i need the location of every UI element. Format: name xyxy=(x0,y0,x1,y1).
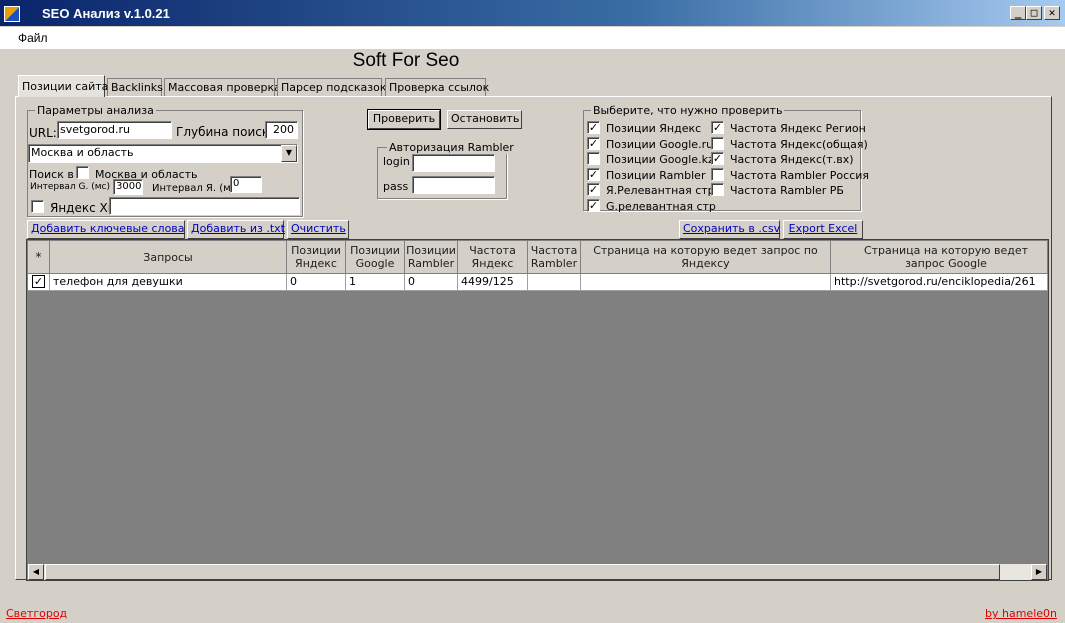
menu-file[interactable]: Файл xyxy=(18,31,48,45)
scrollbar-thumb[interactable] xyxy=(45,564,1000,580)
menu-bar: Файл xyxy=(0,27,1065,49)
left-checkbox-2[interactable] xyxy=(587,152,600,165)
right-label-0: Частота Яндекс Регион xyxy=(730,122,866,135)
right-label-2: Частота Яндекс(т.вх) xyxy=(730,153,854,166)
left-checkbox-1[interactable]: ✓ xyxy=(587,136,600,150)
search-in-label: Поиск в xyxy=(29,168,74,181)
scroll-left-button[interactable]: ◀ xyxy=(28,564,44,580)
footer-right-link[interactable]: by hamele0n xyxy=(985,607,1057,620)
right-checkbox-1[interactable] xyxy=(711,136,724,150)
search-in-region-label: Москва и область xyxy=(95,168,198,181)
cell-google-position[interactable]: 1 xyxy=(346,274,405,291)
right-checkbox-4[interactable] xyxy=(711,183,724,196)
yandex-xml-checkbox[interactable] xyxy=(31,200,44,213)
cell-rambler-position[interactable]: 0 xyxy=(405,274,458,291)
depth-input[interactable]: 200 xyxy=(265,121,298,139)
tab-backlinks[interactable]: Backlinks xyxy=(107,78,163,96)
right-label-3: Частота Rambler Россия xyxy=(730,168,870,182)
grid-header-queries[interactable]: Запросы xyxy=(50,241,287,274)
cell-query[interactable]: телефон для девушки xyxy=(50,274,287,291)
cell-google-page[interactable]: http://svetgorod.ru/enciklopedia/261 xyxy=(831,274,1048,291)
grid-header-yandex-positions[interactable]: Позиции Яндекс xyxy=(287,241,346,274)
left-label-4: Я.Релевантная стр xyxy=(606,184,715,197)
rambler-auth-legend: Авторизация Rambler xyxy=(387,141,516,154)
cell-yandex-frequency[interactable]: 4499/125 xyxy=(458,274,528,291)
right-label-1: Частота Яндекс(общая) xyxy=(730,137,868,151)
results-grid[interactable]: * Запросы Позиции Яндекс Позиции Google … xyxy=(26,239,1049,581)
maximize-button[interactable]: □ xyxy=(1026,6,1042,20)
login-label: login xyxy=(383,155,410,168)
params-legend: Параметры анализа xyxy=(35,104,156,117)
grid-header-select: * xyxy=(28,241,50,274)
add-from-txt-button[interactable]: Добавить из .txt xyxy=(187,220,285,239)
yandex-xml-input[interactable] xyxy=(109,197,300,215)
left-label-0: Позиции Яндекс xyxy=(606,122,702,135)
app-icon xyxy=(4,6,20,22)
save-csv-button[interactable]: Сохранить в .csv xyxy=(679,220,780,239)
tab-link-check[interactable]: Проверка ссылок xyxy=(385,78,489,96)
right-checkbox-3[interactable] xyxy=(711,167,724,181)
grid-header-rambler-positions[interactable]: Позиции Rambler xyxy=(405,241,458,274)
tab-suggest-parser[interactable]: Парсер подсказок xyxy=(277,78,386,96)
stop-button[interactable]: Остановить xyxy=(447,110,522,129)
row-checkbox[interactable]: ✓ xyxy=(32,275,45,288)
left-label-1: Позиции Google.ru xyxy=(606,137,714,151)
left-checkbox-3[interactable]: ✓ xyxy=(587,167,600,181)
left-label-5: G.релевантная стр xyxy=(606,199,716,213)
right-label-4: Частота Rambler РБ xyxy=(730,184,844,197)
right-checkbox-0[interactable]: ✓ xyxy=(711,121,724,134)
left-checkbox-5[interactable]: ✓ xyxy=(587,198,600,212)
left-label-3: Позиции Rambler xyxy=(606,168,706,182)
interval-y-label: Интервал Я. (мс xyxy=(152,183,237,194)
right-checkbox-2[interactable]: ✓ xyxy=(711,152,724,165)
app-heading: Soft For Seo xyxy=(352,50,460,71)
add-keywords-button[interactable]: Добавить ключевые слова xyxy=(27,220,185,239)
row-select-cell[interactable]: ✓ xyxy=(28,274,50,291)
window-title: SEO Анализ v.1.0.21 xyxy=(42,6,170,21)
login-input[interactable] xyxy=(412,154,495,172)
clear-button[interactable]: Очистить xyxy=(287,220,349,239)
left-checkbox-0[interactable]: ✓ xyxy=(587,121,600,134)
grid-header-yandex-page[interactable]: Страница на которую ведет запрос по Янде… xyxy=(581,241,831,274)
url-label: URL: xyxy=(29,126,57,140)
url-input[interactable]: svetgorod.ru xyxy=(57,121,172,139)
cell-rambler-frequency[interactable] xyxy=(528,274,581,291)
horizontal-scrollbar[interactable]: ◀ ▶ xyxy=(28,564,1047,580)
grid-header-google-page[interactable]: Страница на которую ведет запрос Google xyxy=(831,241,1048,274)
grid-header-yandex-frequency[interactable]: Частота Яндекс xyxy=(458,241,528,274)
tab-mass-check[interactable]: Массовая проверка xyxy=(164,78,281,96)
pass-label: pass xyxy=(383,180,409,193)
left-label-2: Позиции Google.kz xyxy=(606,153,714,166)
interval-y-input[interactable]: 0 xyxy=(230,176,262,193)
checks-legend: Выберите, что нужно проверить xyxy=(591,104,785,117)
title-bar[interactable]: SEO Анализ v.1.0.21 _ □ ✕ xyxy=(0,0,1065,26)
region-select[interactable]: Москва и область xyxy=(28,144,298,163)
export-excel-button[interactable]: Export Excel xyxy=(783,220,863,239)
pass-input[interactable] xyxy=(412,176,495,194)
grid-header-google-positions[interactable]: Позиции Google xyxy=(346,241,405,274)
left-checkbox-4[interactable]: ✓ xyxy=(587,183,600,196)
search-in-region-checkbox[interactable] xyxy=(76,166,89,179)
chevron-down-icon[interactable]: ▼ xyxy=(281,145,297,162)
interval-g-input[interactable]: 3000 xyxy=(113,179,143,195)
tab-site-positions[interactable]: Позиции сайта xyxy=(18,75,108,97)
footer-left-link[interactable]: Светгород xyxy=(6,607,67,620)
grid-header-rambler-frequency[interactable]: Частота Rambler xyxy=(528,241,581,274)
minimize-button[interactable]: _ xyxy=(1010,6,1026,20)
cell-yandex-page[interactable] xyxy=(581,274,831,291)
check-button[interactable]: Проверить xyxy=(367,109,441,130)
scroll-right-button[interactable]: ▶ xyxy=(1031,564,1047,580)
interval-g-label: Интервал G. (мс) xyxy=(30,182,110,192)
cell-yandex-position[interactable]: 0 xyxy=(287,274,346,291)
close-button[interactable]: ✕ xyxy=(1044,6,1060,20)
